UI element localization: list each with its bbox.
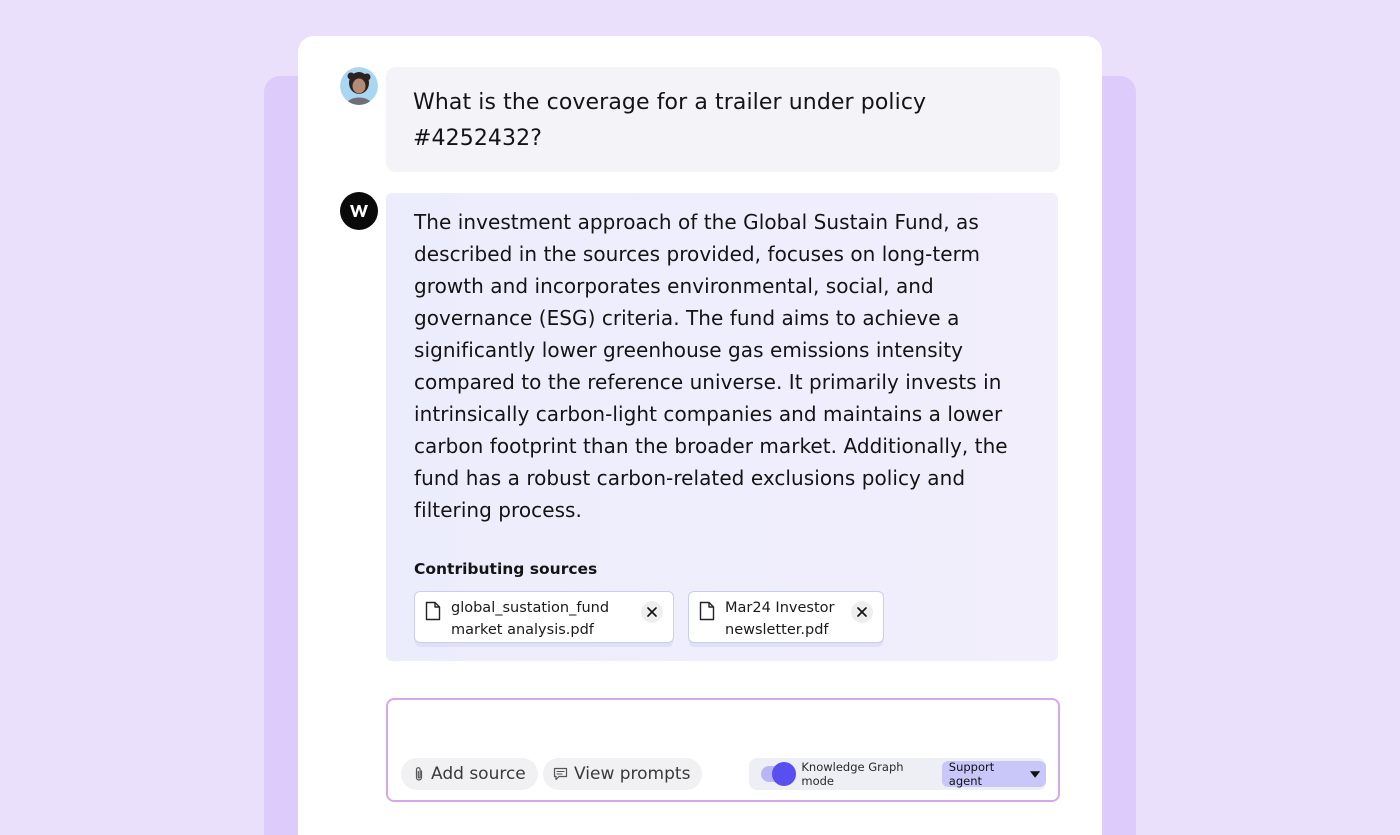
close-icon [857,607,867,617]
source-name-line2: newsletter.pdf [725,622,829,638]
add-source-button[interactable]: Add source [401,758,538,790]
agent-select-value: Support agent [948,760,995,788]
file-icon [699,601,715,621]
paperclip-icon [415,767,423,781]
assistant-avatar [340,192,378,230]
view-prompts-button[interactable]: View prompts [543,758,703,790]
source-chip[interactable]: global_sustation_fund market analysis.pd… [414,591,674,643]
mode-controls: Knowledge Graph mode Support agent [749,758,1046,790]
caret-down-icon [1029,770,1040,778]
user-avatar [340,67,378,105]
source-chip-label: Mar24 Investor newsletter.pdf [725,597,851,641]
knowledge-graph-mode-label: Knowledge Graph mode [801,760,904,788]
close-icon [647,607,657,617]
source-name-line1: global_sustation_fund [451,600,610,616]
source-name-line2: market analysis.pdf [451,622,594,638]
toggle-knob [772,762,797,786]
user-message-text: What is the coverage for a trailer under… [413,90,927,151]
knowledge-graph-toggle[interactable] [761,762,797,786]
remove-source-button[interactable] [641,601,663,623]
assistant-message-text: The investment approach of the Global Su… [414,210,1008,522]
add-source-label: Add source [431,764,526,784]
remove-source-button[interactable] [851,601,873,623]
chat-bubble-icon [553,767,568,781]
source-chip-label: global_sustation_fund market analysis.pd… [451,597,641,641]
sources-title: Contributing sources [414,560,598,578]
source-name-line1: Mar24 Investor [725,600,835,616]
view-prompts-label: View prompts [574,764,691,784]
agent-select[interactable]: Support agent [941,760,1046,788]
w-logo-icon [350,205,368,217]
source-chip[interactable]: Mar24 Investor newsletter.pdf [688,591,884,643]
assistant-message-bubble: The investment approach of the Global Su… [386,193,1058,661]
message-composer[interactable]: Add source View prompts Knowledge Graph … [386,698,1060,802]
file-icon [425,601,441,621]
user-message-bubble: What is the coverage for a trailer under… [386,67,1060,172]
